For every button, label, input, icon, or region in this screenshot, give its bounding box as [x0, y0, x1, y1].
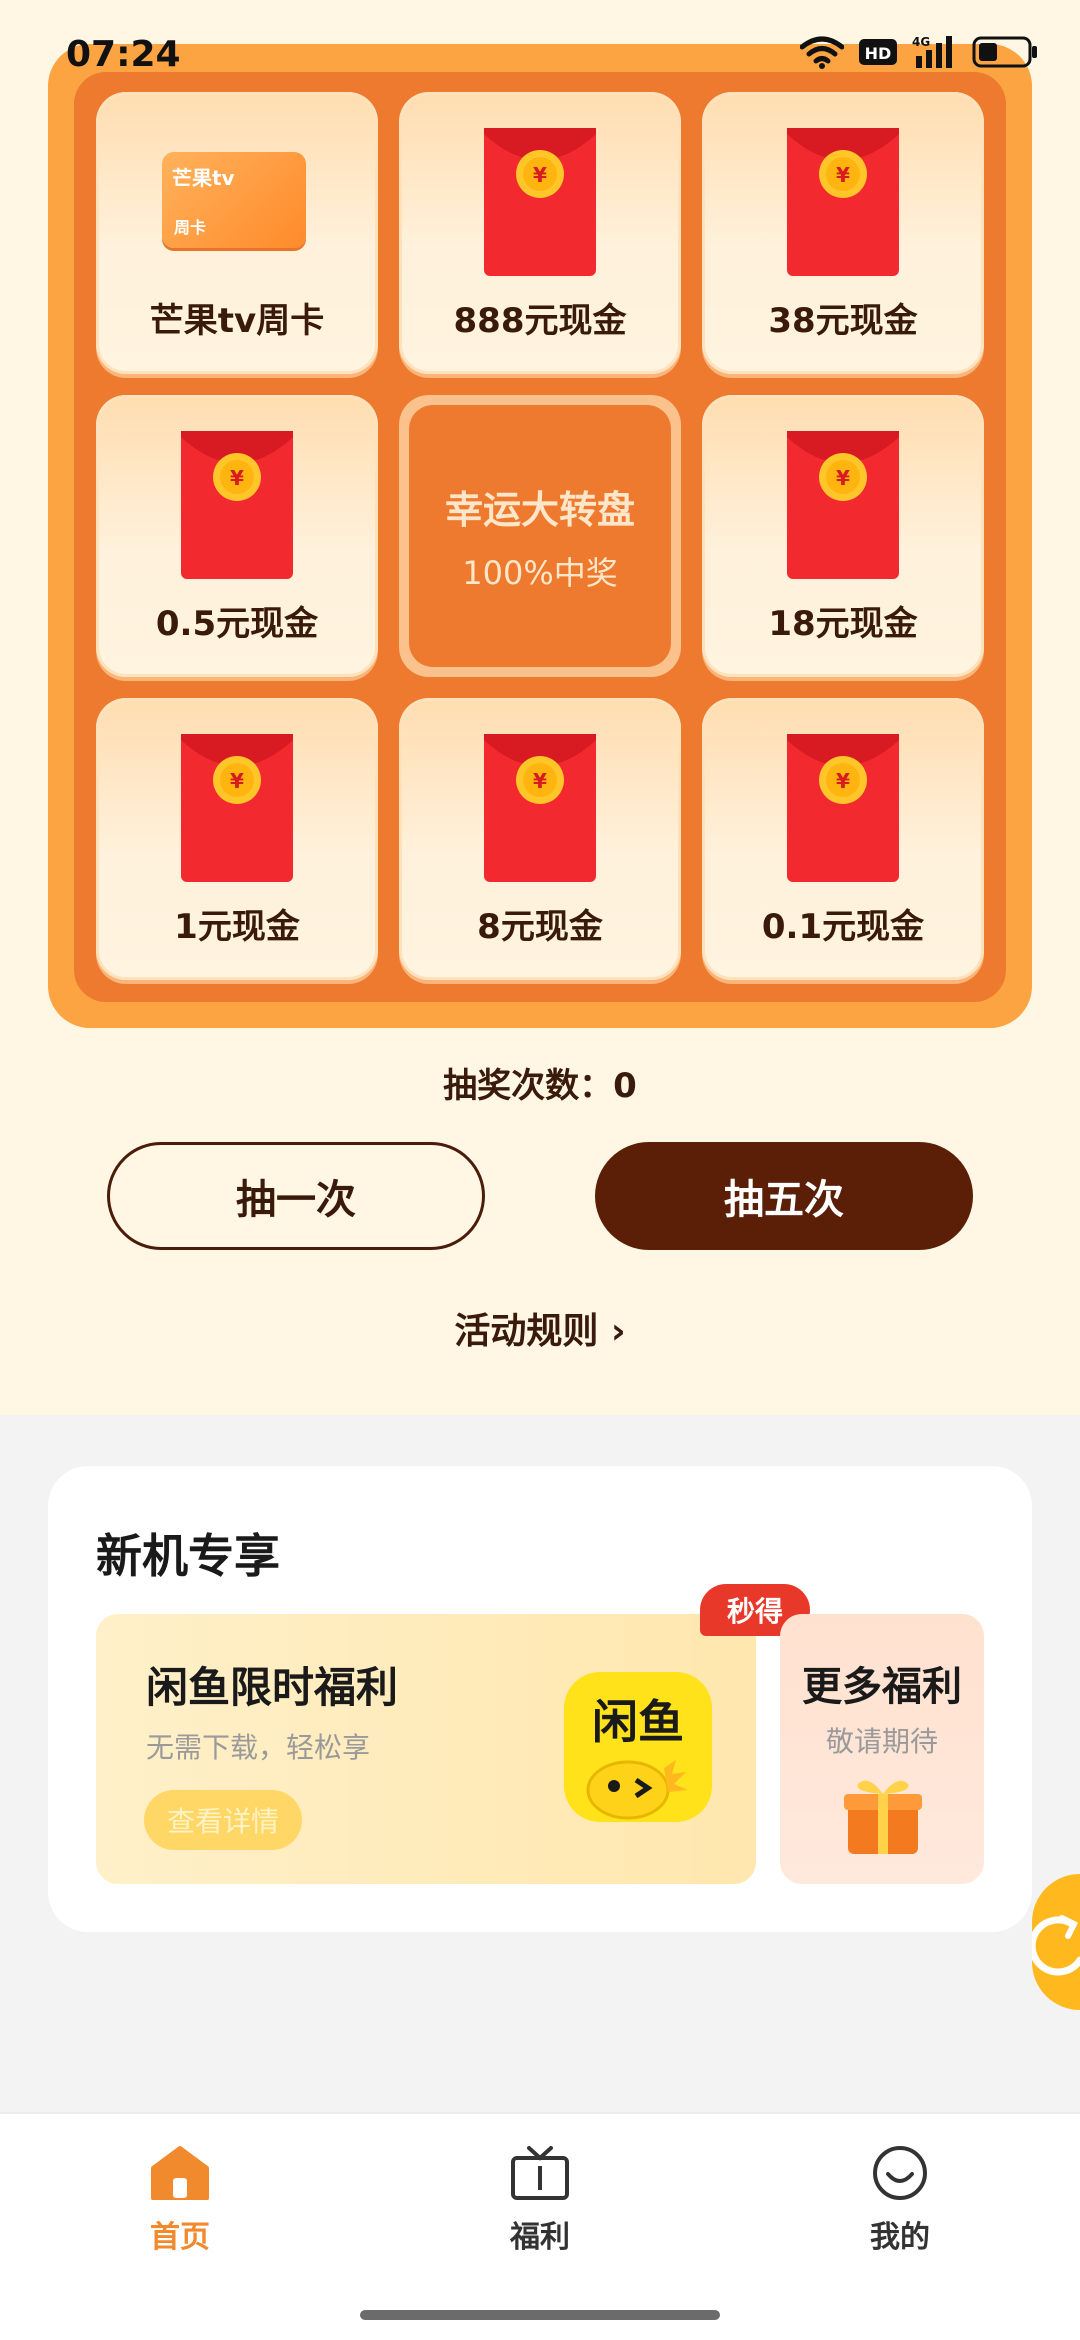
- svg-text:¥: ¥: [836, 163, 850, 187]
- prize-label: 18元现金: [768, 604, 918, 644]
- prize-cell-8: ¥ 8元现金: [399, 698, 681, 980]
- status-bar: 07:24 HD 4G: [0, 0, 1080, 110]
- view-details-button[interactable]: 查看详情: [144, 1790, 302, 1850]
- nav-home[interactable]: 首页: [100, 2144, 260, 2256]
- svg-text:¥: ¥: [533, 163, 547, 187]
- promo-title: 更多福利: [802, 1664, 962, 1710]
- home-indicator: [360, 2310, 720, 2320]
- nav-label: 福利: [510, 2220, 570, 2255]
- lucky-wheel-center[interactable]: 幸运大转盘 100%中奖: [399, 395, 681, 677]
- red-envelope-icon: ¥: [787, 734, 899, 882]
- prize-label: 0.1元现金: [761, 907, 925, 947]
- wifi-icon: [800, 36, 844, 69]
- red-envelope-icon: ¥: [484, 128, 596, 276]
- prize-cell-0-1: ¥ 0.1元现金: [702, 698, 984, 980]
- mango-tv-card-icon: 芒果tv 周卡: [162, 152, 306, 248]
- svg-text:4G: 4G: [912, 35, 930, 49]
- nav-benefits[interactable]: 福利: [460, 2144, 620, 2256]
- draw-count: 抽奖次数：0: [443, 1066, 637, 1106]
- signal-4g-icon: 4G: [912, 35, 952, 68]
- xianyu-app-logo: 闲鱼: [564, 1672, 712, 1822]
- red-envelope-icon: ¥: [484, 734, 596, 882]
- svg-text:HD: HD: [865, 44, 892, 63]
- prize-label: 芒果tv周卡: [149, 301, 325, 341]
- smile-icon: [873, 2146, 927, 2200]
- nav-mine[interactable]: 我的: [820, 2144, 980, 2256]
- mango-card-text: 周卡: [174, 218, 207, 237]
- nav-label: 我的: [870, 2220, 930, 2255]
- svg-text:¥: ¥: [230, 769, 244, 793]
- prize-cell-38: ¥ 38元现金: [702, 92, 984, 374]
- bottom-nav: 首页 福利 我的: [0, 2112, 1080, 2340]
- prize-label: 0.5元现金: [155, 604, 319, 644]
- prize-label: 8元现金: [477, 907, 603, 947]
- mango-logo: 芒果tv: [172, 166, 235, 190]
- tv-icon: [511, 2146, 569, 2200]
- prize-label: 1元现金: [174, 907, 300, 947]
- nav-label: 首页: [150, 2220, 210, 2255]
- prize-label: 888元现金: [453, 301, 627, 341]
- red-envelope-icon: ¥: [787, 431, 899, 579]
- section-title: 新机专享: [96, 1529, 280, 1583]
- promo-subtitle: 无需下载，轻松享: [146, 1731, 371, 1764]
- lucky-wheel-center-inner: 幸运大转盘 100%中奖: [409, 405, 671, 667]
- prize-label: 38元现金: [768, 301, 918, 341]
- gift-icon: [844, 1780, 922, 1854]
- hd-icon: HD: [859, 39, 897, 65]
- prize-cell-0-5: ¥ 0.5元现金: [96, 395, 378, 677]
- lucky-wheel-subtitle: 100%中奖: [462, 553, 618, 592]
- refresh-icon: [1028, 1915, 1080, 1976]
- status-time: 07:24: [66, 34, 181, 75]
- prize-cell-1: ¥ 1元现金: [96, 698, 378, 980]
- floating-refresh-button[interactable]: [1028, 1874, 1080, 2010]
- home-icon: [151, 2146, 209, 2200]
- status-icons: HD 4G: [800, 34, 1038, 70]
- svg-text:¥: ¥: [230, 466, 244, 490]
- promo-title: 闲鱼限时福利: [146, 1663, 399, 1712]
- activity-rules-link[interactable]: 活动规则 ›: [0, 1302, 1080, 1354]
- red-envelope-icon: ¥: [181, 431, 293, 579]
- svg-text:¥: ¥: [836, 466, 850, 490]
- prize-cell-18: ¥ 18元现金: [702, 395, 984, 677]
- prize-cell-mango-card: 芒果tv 周卡 芒果tv周卡: [96, 92, 378, 374]
- lucky-wheel-title: 幸运大转盘: [444, 487, 635, 532]
- draw-once-button[interactable]: 抽一次: [107, 1142, 485, 1250]
- new-device-exclusive-card: 新机专享 闲鱼限时福利 无需下载，轻松享 查看详情 闲鱼 秒得 更多福利 敬请期…: [48, 1466, 1032, 1932]
- draw-five-button[interactable]: 抽五次: [595, 1142, 973, 1250]
- prize-cell-888: ¥ 888元现金: [399, 92, 681, 374]
- red-envelope-icon: ¥: [181, 734, 293, 882]
- more-benefits-card[interactable]: 更多福利 敬请期待: [780, 1614, 984, 1884]
- promo-subtitle: 敬请期待: [825, 1725, 938, 1758]
- battery-icon: [972, 36, 1037, 68]
- svg-text:¥: ¥: [836, 769, 850, 793]
- svg-text:¥: ¥: [533, 769, 547, 793]
- red-envelope-icon: ¥: [787, 128, 899, 276]
- xianyu-logo-text: 闲鱼: [592, 1695, 684, 1749]
- xianyu-promo-card[interactable]: 闲鱼限时福利 无需下载，轻松享 查看详情 闲鱼: [96, 1614, 756, 1884]
